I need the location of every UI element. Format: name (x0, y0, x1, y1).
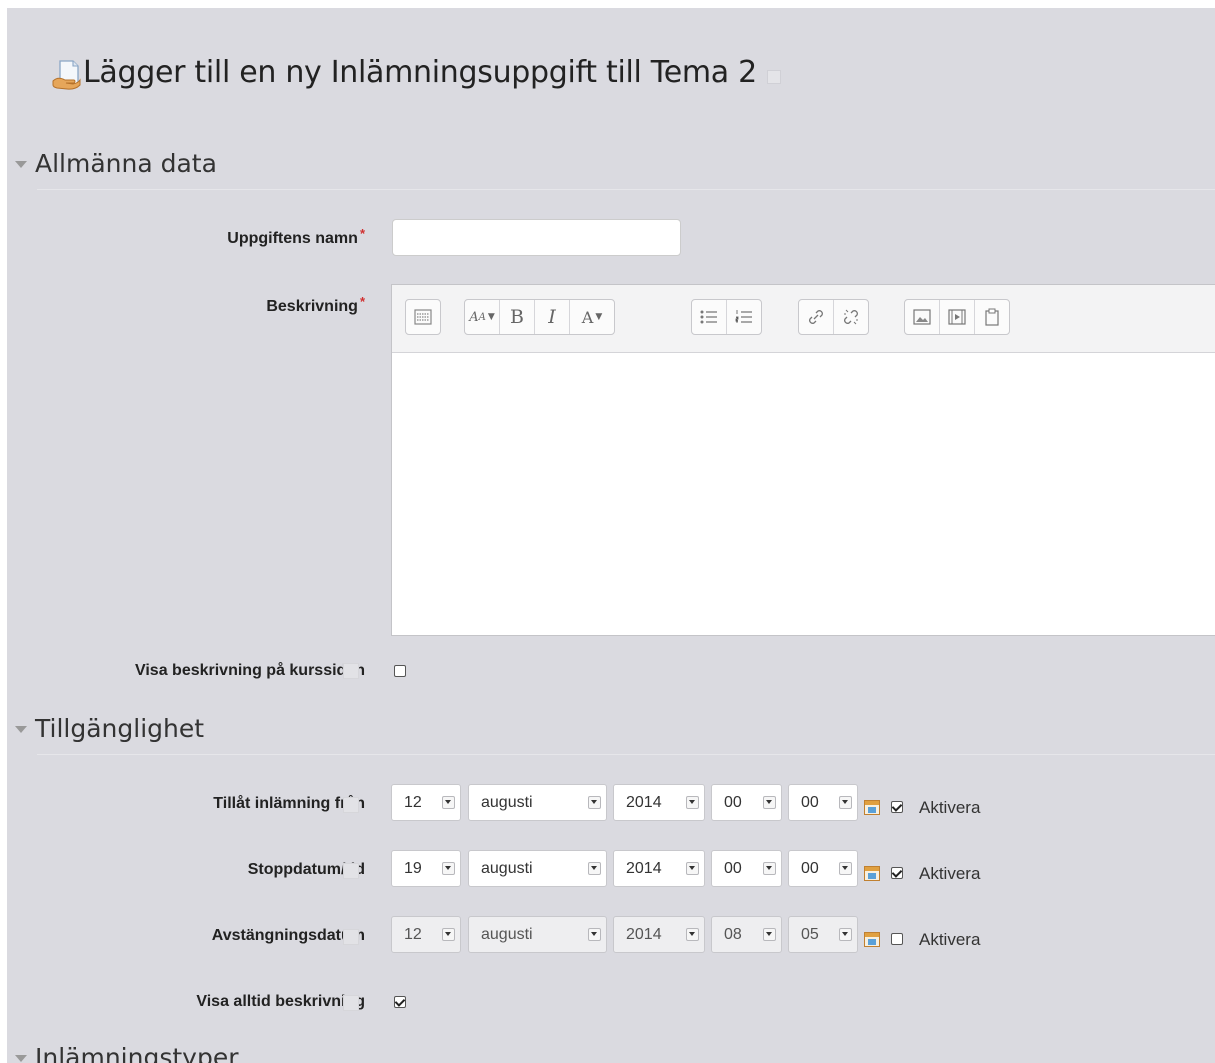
section-general-header[interactable]: Allmänna data (15, 149, 217, 178)
due-day-select[interactable]: 19 (391, 850, 461, 887)
allow-month-select[interactable]: augusti (468, 784, 607, 821)
help-icon[interactable] (766, 69, 781, 84)
section-availability-header[interactable]: Tillgänglighet (15, 714, 204, 743)
chevron-down-icon (442, 928, 455, 941)
chevron-down-icon (588, 862, 601, 875)
help-icon[interactable] (343, 863, 359, 879)
cutoff-day-select[interactable]: 12 (391, 916, 461, 953)
image-icon[interactable] (905, 300, 939, 334)
always-show-description-checkbox[interactable] (394, 996, 406, 1008)
section-availability-title: Tillgänglighet (35, 714, 205, 743)
show-description-checkbox[interactable] (394, 665, 406, 677)
link-icon[interactable] (799, 300, 833, 334)
allow-enable-checkbox[interactable] (891, 801, 903, 813)
help-icon[interactable] (343, 663, 359, 679)
allow-enable-label: Aktivera (919, 798, 981, 817)
chevron-down-icon (442, 796, 455, 809)
section-general-title: Allmänna data (35, 149, 217, 178)
section-divider (37, 189, 1215, 190)
calendar-icon[interactable] (864, 932, 880, 947)
collapse-arrow-icon (15, 726, 27, 733)
due-month-select[interactable]: augusti (468, 850, 607, 887)
ordered-list-icon[interactable] (726, 300, 761, 334)
chevron-down-icon (763, 796, 776, 809)
allow-hour-select[interactable]: 00 (711, 784, 782, 821)
show-description-label: Visa beskrivning på kurssidan (134, 662, 365, 679)
help-icon[interactable] (343, 797, 359, 813)
required-icon: * (359, 294, 365, 309)
cutoff-enable-checkbox[interactable] (891, 933, 903, 945)
chevron-down-icon (588, 796, 601, 809)
toolbar-group-media (904, 299, 1010, 335)
assignment-icon (51, 58, 81, 92)
unlink-icon[interactable] (833, 300, 868, 334)
chevron-down-icon (763, 928, 776, 941)
page-title: Lägger till en ny Inlämningsuppgift till… (51, 55, 781, 90)
help-icon[interactable] (343, 929, 359, 945)
cutoff-year-select[interactable]: 2014 (613, 916, 705, 953)
unordered-list-icon[interactable] (692, 300, 726, 334)
editor-toolbar: A A ▼ B I A ▼ (392, 285, 1215, 353)
toolbar-group-links (798, 299, 869, 335)
allow-year-select[interactable]: 2014 (613, 784, 705, 821)
section-submission-types-header[interactable]: Inlämningstyper (15, 1043, 239, 1063)
description-label: Beskrivning * (266, 294, 365, 315)
chevron-down-icon (839, 862, 852, 875)
font-color-icon[interactable]: A ▼ (569, 300, 614, 334)
toolbar-group-lists (691, 299, 762, 335)
editor-content-area[interactable] (392, 353, 1215, 635)
cutoff-month-select[interactable]: augusti (468, 916, 607, 953)
allow-minute-select[interactable]: 00 (788, 784, 858, 821)
bold-icon[interactable]: B (499, 300, 534, 334)
chevron-down-icon (686, 928, 699, 941)
toolbar-group-toggle (405, 299, 441, 335)
cutoff-enable-label: Aktivera (919, 930, 981, 949)
cutoff-hour-select[interactable]: 08 (711, 916, 782, 953)
toolbar-group-text: A A ▼ B I A ▼ (464, 299, 615, 335)
chevron-down-icon (686, 796, 699, 809)
collapse-arrow-icon (15, 1055, 27, 1062)
italic-icon[interactable]: I (534, 300, 569, 334)
due-hour-select[interactable]: 00 (711, 850, 782, 887)
description-editor: A A ▼ B I A ▼ (391, 284, 1215, 636)
chevron-down-icon (442, 862, 455, 875)
page-title-text: Lägger till en ny Inlämningsuppgift till… (83, 55, 757, 90)
chevron-down-icon (588, 928, 601, 941)
required-icon: * (359, 226, 365, 241)
chevron-down-icon (839, 928, 852, 941)
calendar-icon[interactable] (864, 800, 880, 815)
help-icon[interactable] (343, 995, 359, 1011)
calendar-icon[interactable] (864, 866, 880, 881)
media-icon[interactable] (939, 300, 974, 334)
assignment-name-input[interactable] (392, 219, 681, 256)
allow-day-select[interactable]: 12 (391, 784, 461, 821)
always-show-description-label: Visa alltid beskrivning (196, 993, 365, 1010)
section-divider (37, 754, 1215, 755)
due-enable-checkbox[interactable] (891, 867, 903, 879)
collapse-arrow-icon (15, 161, 27, 168)
chevron-down-icon (686, 862, 699, 875)
cutoff-minute-select[interactable]: 05 (788, 916, 858, 953)
toolbar-toggle-icon[interactable] (406, 300, 440, 334)
due-minute-select[interactable]: 00 (788, 850, 858, 887)
font-size-icon[interactable]: A A ▼ (465, 300, 499, 334)
section-submission-types-title: Inlämningstyper (35, 1043, 239, 1063)
chevron-down-icon (763, 862, 776, 875)
chevron-down-icon (839, 796, 852, 809)
name-label: Uppgiftens namn * (227, 226, 365, 247)
paste-icon[interactable] (974, 300, 1009, 334)
due-enable-label: Aktivera (919, 864, 981, 883)
page-canvas: Lägger till en ny Inlämningsuppgift till… (7, 8, 1215, 1063)
due-year-select[interactable]: 2014 (613, 850, 705, 887)
